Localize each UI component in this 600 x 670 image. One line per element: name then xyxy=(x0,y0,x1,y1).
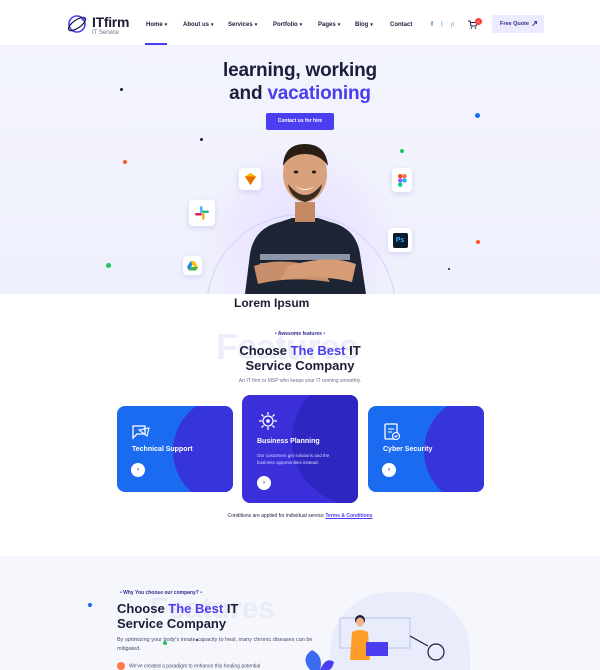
cart-count-badge: 0 xyxy=(475,18,482,25)
brand-tagline: IT Service xyxy=(92,30,119,36)
photoshop-label: Ps xyxy=(392,232,408,248)
card-title: Business Planning xyxy=(257,438,320,445)
nav-item-pages[interactable]: Pages ▾ xyxy=(318,22,340,28)
card-arrow-button[interactable]: › xyxy=(131,463,145,477)
brand-name[interactable]: ITfirm xyxy=(92,14,129,30)
decor-dot xyxy=(475,113,480,118)
nav-item-services[interactable]: Services ▾ xyxy=(228,22,257,28)
decor-dot xyxy=(88,603,92,607)
card-title: Cyber Security xyxy=(383,446,433,453)
hero-person-image xyxy=(245,144,366,294)
decor-dot xyxy=(448,268,450,270)
nav-item-contact[interactable]: Contact xyxy=(390,22,412,28)
why-description: By optimizing your body's innate capacit… xyxy=(117,637,313,652)
features-title: Choose The Best IT xyxy=(239,343,361,358)
card-title: Technical Support xyxy=(132,446,193,453)
card-cyber-security[interactable]: Cyber Security › xyxy=(368,406,484,492)
facebook-icon[interactable]: f xyxy=(431,22,433,28)
why-title: Choose The Best IT xyxy=(117,601,239,616)
slack-icon xyxy=(189,200,215,226)
card-description: Our customers get solutions and the busi… xyxy=(257,453,330,465)
active-nav-underline xyxy=(145,43,167,45)
figma-icon xyxy=(392,168,412,192)
decor-dot xyxy=(106,263,111,268)
free-quote-button[interactable]: Free Quote ↗ xyxy=(492,15,544,33)
hero-title-line1: learning, working xyxy=(223,60,377,81)
contact-hire-button[interactable]: Contact us for hire xyxy=(266,113,334,130)
nav-item-home[interactable]: Home ▾ xyxy=(146,22,167,28)
why-tag: • Why You choose our company? • xyxy=(120,590,202,596)
features-tag: • Awesome features • xyxy=(274,331,326,337)
nav-item-portfolio[interactable]: Portfolio ▾ xyxy=(273,22,302,28)
chevron-down-icon: ▾ xyxy=(164,22,168,28)
chevron-down-icon: ▾ xyxy=(211,22,214,28)
decor-dot xyxy=(476,240,480,244)
brand-logo-icon[interactable] xyxy=(66,13,88,35)
decor-dot xyxy=(196,639,198,641)
chevron-down-icon: ▾ xyxy=(299,22,303,28)
card-business-planning[interactable]: Business Planning Our customers get solu… xyxy=(242,395,358,503)
card-arrow-button[interactable]: › xyxy=(257,476,271,490)
support-chat-icon xyxy=(132,425,150,440)
top-navbar: ITfirm IT Service Home ▾ About us ▾ Servic… xyxy=(0,0,600,46)
nav-item-blog[interactable]: Blog ▾ xyxy=(355,22,373,28)
features-title-line2: Service Company xyxy=(245,358,355,373)
chevron-down-icon: ▾ xyxy=(337,22,341,28)
photoshop-icon: Ps xyxy=(388,228,412,252)
nav-item-about[interactable]: About us ▾ xyxy=(183,22,214,28)
decor-dot xyxy=(400,149,404,153)
why-illustration-image xyxy=(305,615,445,670)
chevron-down-icon: ▾ xyxy=(254,22,258,28)
bullet-icon xyxy=(117,662,125,670)
conditions-note: Conditions are applied for individual se… xyxy=(227,513,373,519)
hero-title-line2: and vacationing xyxy=(229,83,371,104)
why-description-2: We've created a paradigm to enhance this… xyxy=(117,662,317,670)
decor-dot xyxy=(200,138,203,141)
free-quote-label: Free Quote xyxy=(500,21,530,27)
card-technical-support[interactable]: Technical Support › xyxy=(117,406,233,492)
hero-section: learning, working and vacationing Contac… xyxy=(0,46,600,294)
lorem-heading: Lorem Ipsum xyxy=(234,296,310,310)
arrow-up-right-icon: ↗ xyxy=(531,19,538,28)
decor-dot xyxy=(123,160,127,164)
chevron-down-icon: ▾ xyxy=(370,22,373,28)
why-title-line2: Service Company xyxy=(117,616,227,631)
features-subtitle: An IT firm or MSP who keeps your IT runn… xyxy=(238,378,362,384)
decor-dot xyxy=(163,641,167,645)
terms-link[interactable]: Terms & Conditions xyxy=(325,513,372,519)
card-arrow-button[interactable]: › xyxy=(382,463,396,477)
twitter-icon[interactable]: t xyxy=(441,22,443,28)
google-drive-icon xyxy=(183,256,202,275)
gear-planning-icon xyxy=(259,412,277,430)
decor-dot xyxy=(120,88,123,91)
pinterest-icon[interactable]: p xyxy=(451,22,454,28)
sketch-icon xyxy=(239,168,261,190)
security-document-icon xyxy=(384,423,401,441)
